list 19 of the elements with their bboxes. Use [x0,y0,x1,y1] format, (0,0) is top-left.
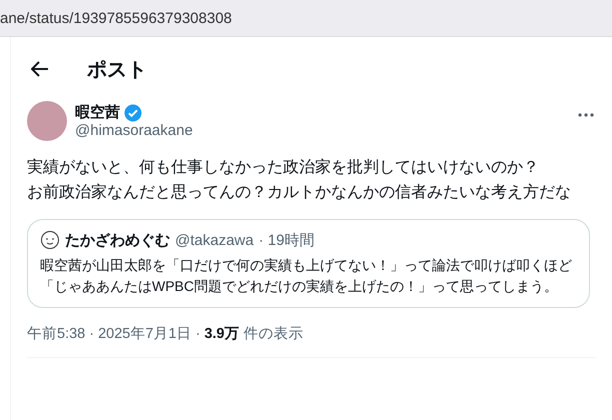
author-name[interactable]: 暇空茜 [75,103,120,122]
separator-dot: · [195,326,200,342]
post-date[interactable]: 2025年7月1日 [98,324,192,343]
quoted-author-name: たかざわめぐむ [65,230,170,250]
post-text-line: お前政治家なんだと思ってんの？カルトかなんかの信者みたいな考え方だな [27,182,572,203]
view-count: 3.9万 [204,325,240,343]
page-title: ポスト [87,58,147,82]
quoted-post-time: · 19時間 [258,230,314,250]
post-time[interactable]: 午前5:38 [27,324,86,343]
more-icon [578,113,594,117]
url-text: ane/status/1939785596379308308 [0,10,232,26]
quoted-author-handle: @takazawa [175,232,254,248]
post-text-line: 実績がないと、何も仕事しなかった政治家を批判してはいけないのか？ [27,158,540,178]
quoted-post-text: 暇空茜が山田太郎を「口だけで何の実績も上げてない！」って論法で叩けば叩くほど「じゃああんたはWPBC問題でどれだけの実績を上げたの！」って思ってしまう。 [40,256,573,296]
quoted-post[interactable]: たかざわめぐむ @takazawa · 19時間 暇空茜が山田太郎を「口だけで何の実績も上げてない！」って論法で叩けば叩くほど「じゃああんたはWPBC問題でどれだけの実績を上げたの！」って思ってしまう。 [27,219,590,308]
separator-dot: · [89,326,94,342]
cartoon-face-icon [40,230,60,250]
author-handle[interactable]: @himasoraakane [75,122,576,139]
view-label: 件の表示 [243,325,304,343]
